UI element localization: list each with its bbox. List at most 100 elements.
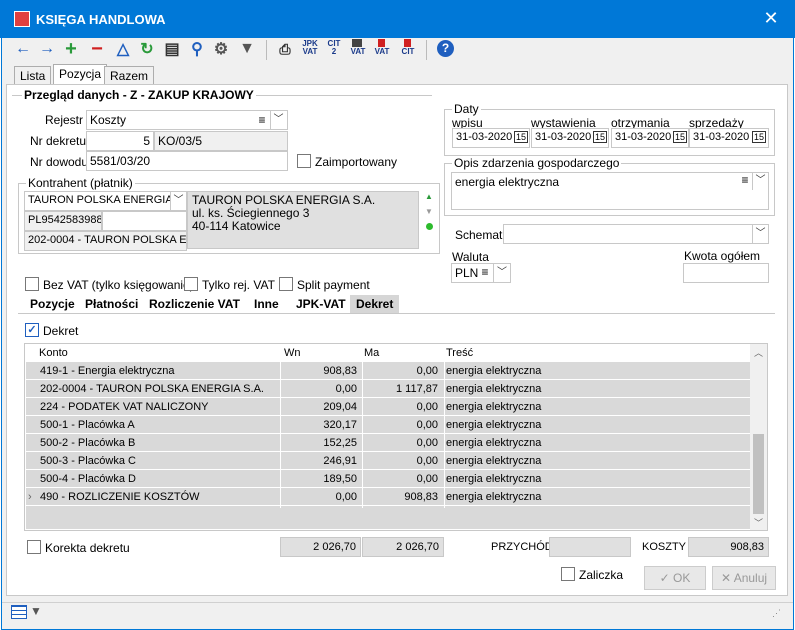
zaimportowany-checkbox[interactable]	[297, 154, 311, 168]
korekta-checkbox[interactable]	[27, 540, 41, 554]
subtab-inne[interactable]: Inne	[248, 295, 285, 313]
cell-ma: 908,83	[404, 491, 438, 503]
calendar-icon[interactable]: 15	[673, 131, 688, 143]
kontrahent-extra-field[interactable]	[102, 211, 187, 231]
tab-lista[interactable]: Lista	[14, 66, 52, 84]
vat-alert-icon[interactable]: VAT	[372, 48, 392, 56]
cell-konto: 202-0004 - TAURON POLSKA ENERGIA S.A.	[40, 383, 264, 395]
zaliczka-label: Zaliczka	[579, 568, 624, 582]
scroll-down-icon[interactable]: ▼	[425, 207, 433, 216]
schemat-label: Schemat	[455, 228, 503, 242]
chevron-down-icon[interactable]: ﹀	[170, 192, 186, 210]
split-payment-checkbox[interactable]	[279, 277, 293, 291]
scroll-up-icon[interactable]: ︿	[754, 346, 763, 359]
dekret-checkbox[interactable]: ✓	[25, 323, 39, 337]
scroll-down-icon[interactable]: ﹀	[754, 516, 763, 529]
list-icon[interactable]: ≡	[737, 173, 753, 187]
cit-alert-icon[interactable]: CIT	[398, 48, 418, 56]
przychod-label: PRZYCHÓD	[491, 541, 553, 553]
list-icon[interactable]: ≡	[478, 265, 492, 279]
forward-icon[interactable]: →	[38, 40, 56, 58]
cancel-icon: ✕	[720, 571, 732, 585]
column-header-wn[interactable]: Wn	[284, 347, 301, 359]
table-row[interactable]: 500-2 - Placówka B 152,25 0,00 energia elek…	[26, 434, 750, 452]
calendar-icon[interactable]: 15	[514, 131, 529, 143]
nr-dekretu-number[interactable]: 5	[86, 131, 154, 151]
chevron-down-icon[interactable]: ﹀	[752, 225, 768, 243]
tylko-rej-vat-checkbox[interactable]	[184, 277, 198, 291]
bez-vat-label: Bez VAT (tylko księgowanie)	[43, 278, 194, 292]
status-dot-icon	[426, 223, 433, 230]
table-row[interactable]: 500-1 - Placówka A 320,17 0,00 energia elek…	[26, 416, 750, 434]
ok-label: OK	[673, 571, 691, 585]
print-icon[interactable]: ▤	[162, 40, 182, 58]
sum-wn: 2 026,70	[280, 537, 361, 557]
search-icon[interactable]: ⚲	[188, 40, 206, 58]
list-icon[interactable]: ≡	[254, 111, 270, 129]
cit2-icon[interactable]: CIT 2	[324, 40, 344, 56]
vat-badge-icon	[352, 39, 362, 47]
tab-pozycja[interactable]: Pozycja	[53, 64, 108, 84]
scroll-up-icon[interactable]: ▲	[425, 192, 433, 201]
subtab-pozycje[interactable]: Pozycje	[24, 295, 81, 313]
add-icon[interactable]: +	[62, 38, 80, 60]
calendar-icon[interactable]: 15	[752, 131, 767, 143]
kontrahent-code: 202-0004 - TAURON POLSKA ENERGIA S.A.	[24, 231, 187, 251]
opis-field[interactable]: energia elektryczna	[451, 172, 769, 210]
calendar-icon[interactable]: 15	[593, 131, 608, 143]
koszty-label: KOSZTY	[642, 541, 687, 553]
column-header-ma[interactable]: Ma	[364, 347, 379, 359]
column-header-konto[interactable]: Konto	[39, 347, 68, 359]
subtab-jpk-vat[interactable]: JPK-VAT	[290, 295, 352, 313]
table-row[interactable]: 224 - PODATEK VAT NALICZONY 209,04 0,00 ene…	[26, 398, 750, 416]
import-icon[interactable]: ⎙	[276, 40, 294, 58]
ok-button[interactable]: ✓ OK	[644, 566, 706, 590]
column-header-tresc[interactable]: Treść	[446, 347, 473, 359]
subtab-platnosci[interactable]: Płatności	[79, 295, 144, 313]
chevron-down-icon[interactable]: ﹀	[270, 111, 286, 129]
bez-vat-checkbox[interactable]	[25, 277, 39, 291]
toolbar-divider	[426, 40, 427, 60]
delete-icon[interactable]: −	[88, 38, 106, 60]
back-icon[interactable]: ←	[14, 40, 32, 58]
schemat-select[interactable]	[503, 224, 769, 244]
nr-dowodu-field[interactable]: 5581/03/20	[86, 151, 288, 171]
table-row[interactable]: 419-1 - Energia elektryczna 908,83 0,00 ene…	[26, 362, 750, 380]
korekta-label: Korekta dekretu	[45, 541, 130, 555]
waluta-label: Waluta	[452, 250, 489, 264]
subtab-dekret[interactable]: Dekret	[350, 295, 400, 313]
koszty-value: 908,83	[688, 537, 769, 557]
table-row[interactable]: 490 - ROZLICZENIE KOSZTÓW 0,00 908,83 energ…	[26, 488, 750, 506]
zaliczka-checkbox[interactable]	[561, 567, 575, 581]
close-icon[interactable]: ✕	[760, 8, 782, 29]
cell-konto: 500-2 - Placówka B	[40, 437, 136, 449]
grid-scrollbar[interactable]: ︿ ﹀	[750, 344, 767, 530]
jpk-vat-icon[interactable]: JPK VAT	[300, 40, 320, 56]
table-row[interactable]: 202-0004 - TAURON POLSKA ENERGIA S.A. 0,0…	[26, 380, 750, 398]
chevron-down-icon[interactable]: ﹀	[493, 264, 510, 282]
table-row[interactable]: 500-3 - Placówka C 246,91 0,00 energia elek…	[26, 452, 750, 470]
nr-dekretu-label: Nr dekretu	[30, 134, 87, 148]
scrollbar-thumb[interactable]	[753, 434, 764, 514]
anuluj-button[interactable]: ✕ Anuluj	[712, 566, 776, 590]
table-row[interactable]: 500-4 - Placówka D 189,50 0,00 energia elek…	[26, 470, 750, 488]
refresh-icon[interactable]: ↻	[138, 40, 156, 58]
tab-razem[interactable]: Razem	[104, 66, 155, 84]
vat-icon[interactable]: VAT	[348, 48, 368, 56]
cell-ma: 0,00	[416, 419, 438, 431]
gear-icon[interactable]: ⚙	[212, 40, 230, 58]
cell-tresc: energia elektryczna	[446, 473, 542, 485]
filter-icon[interactable]: ▼	[30, 604, 42, 618]
kwota-field[interactable]	[683, 263, 769, 283]
chevron-down-icon[interactable]: ﹀	[752, 172, 768, 190]
cell-konto: 224 - PODATEK VAT NALICZONY	[40, 401, 209, 413]
kontrahent-name-select[interactable]: TAURON POLSKA ENERGIA S.A.	[24, 191, 187, 211]
cell-konto: 500-1 - Placówka A	[40, 419, 135, 431]
subtab-rozliczenie-vat[interactable]: Rozliczenie VAT	[143, 295, 246, 313]
filter-icon[interactable]: ▼	[238, 40, 256, 58]
edit-icon[interactable]: △	[114, 40, 132, 58]
table-icon[interactable]	[11, 605, 27, 619]
help-icon[interactable]: ?	[437, 40, 454, 57]
resize-grip-icon[interactable]: ⋰	[772, 608, 781, 619]
waluta-value: PLN	[455, 266, 479, 280]
